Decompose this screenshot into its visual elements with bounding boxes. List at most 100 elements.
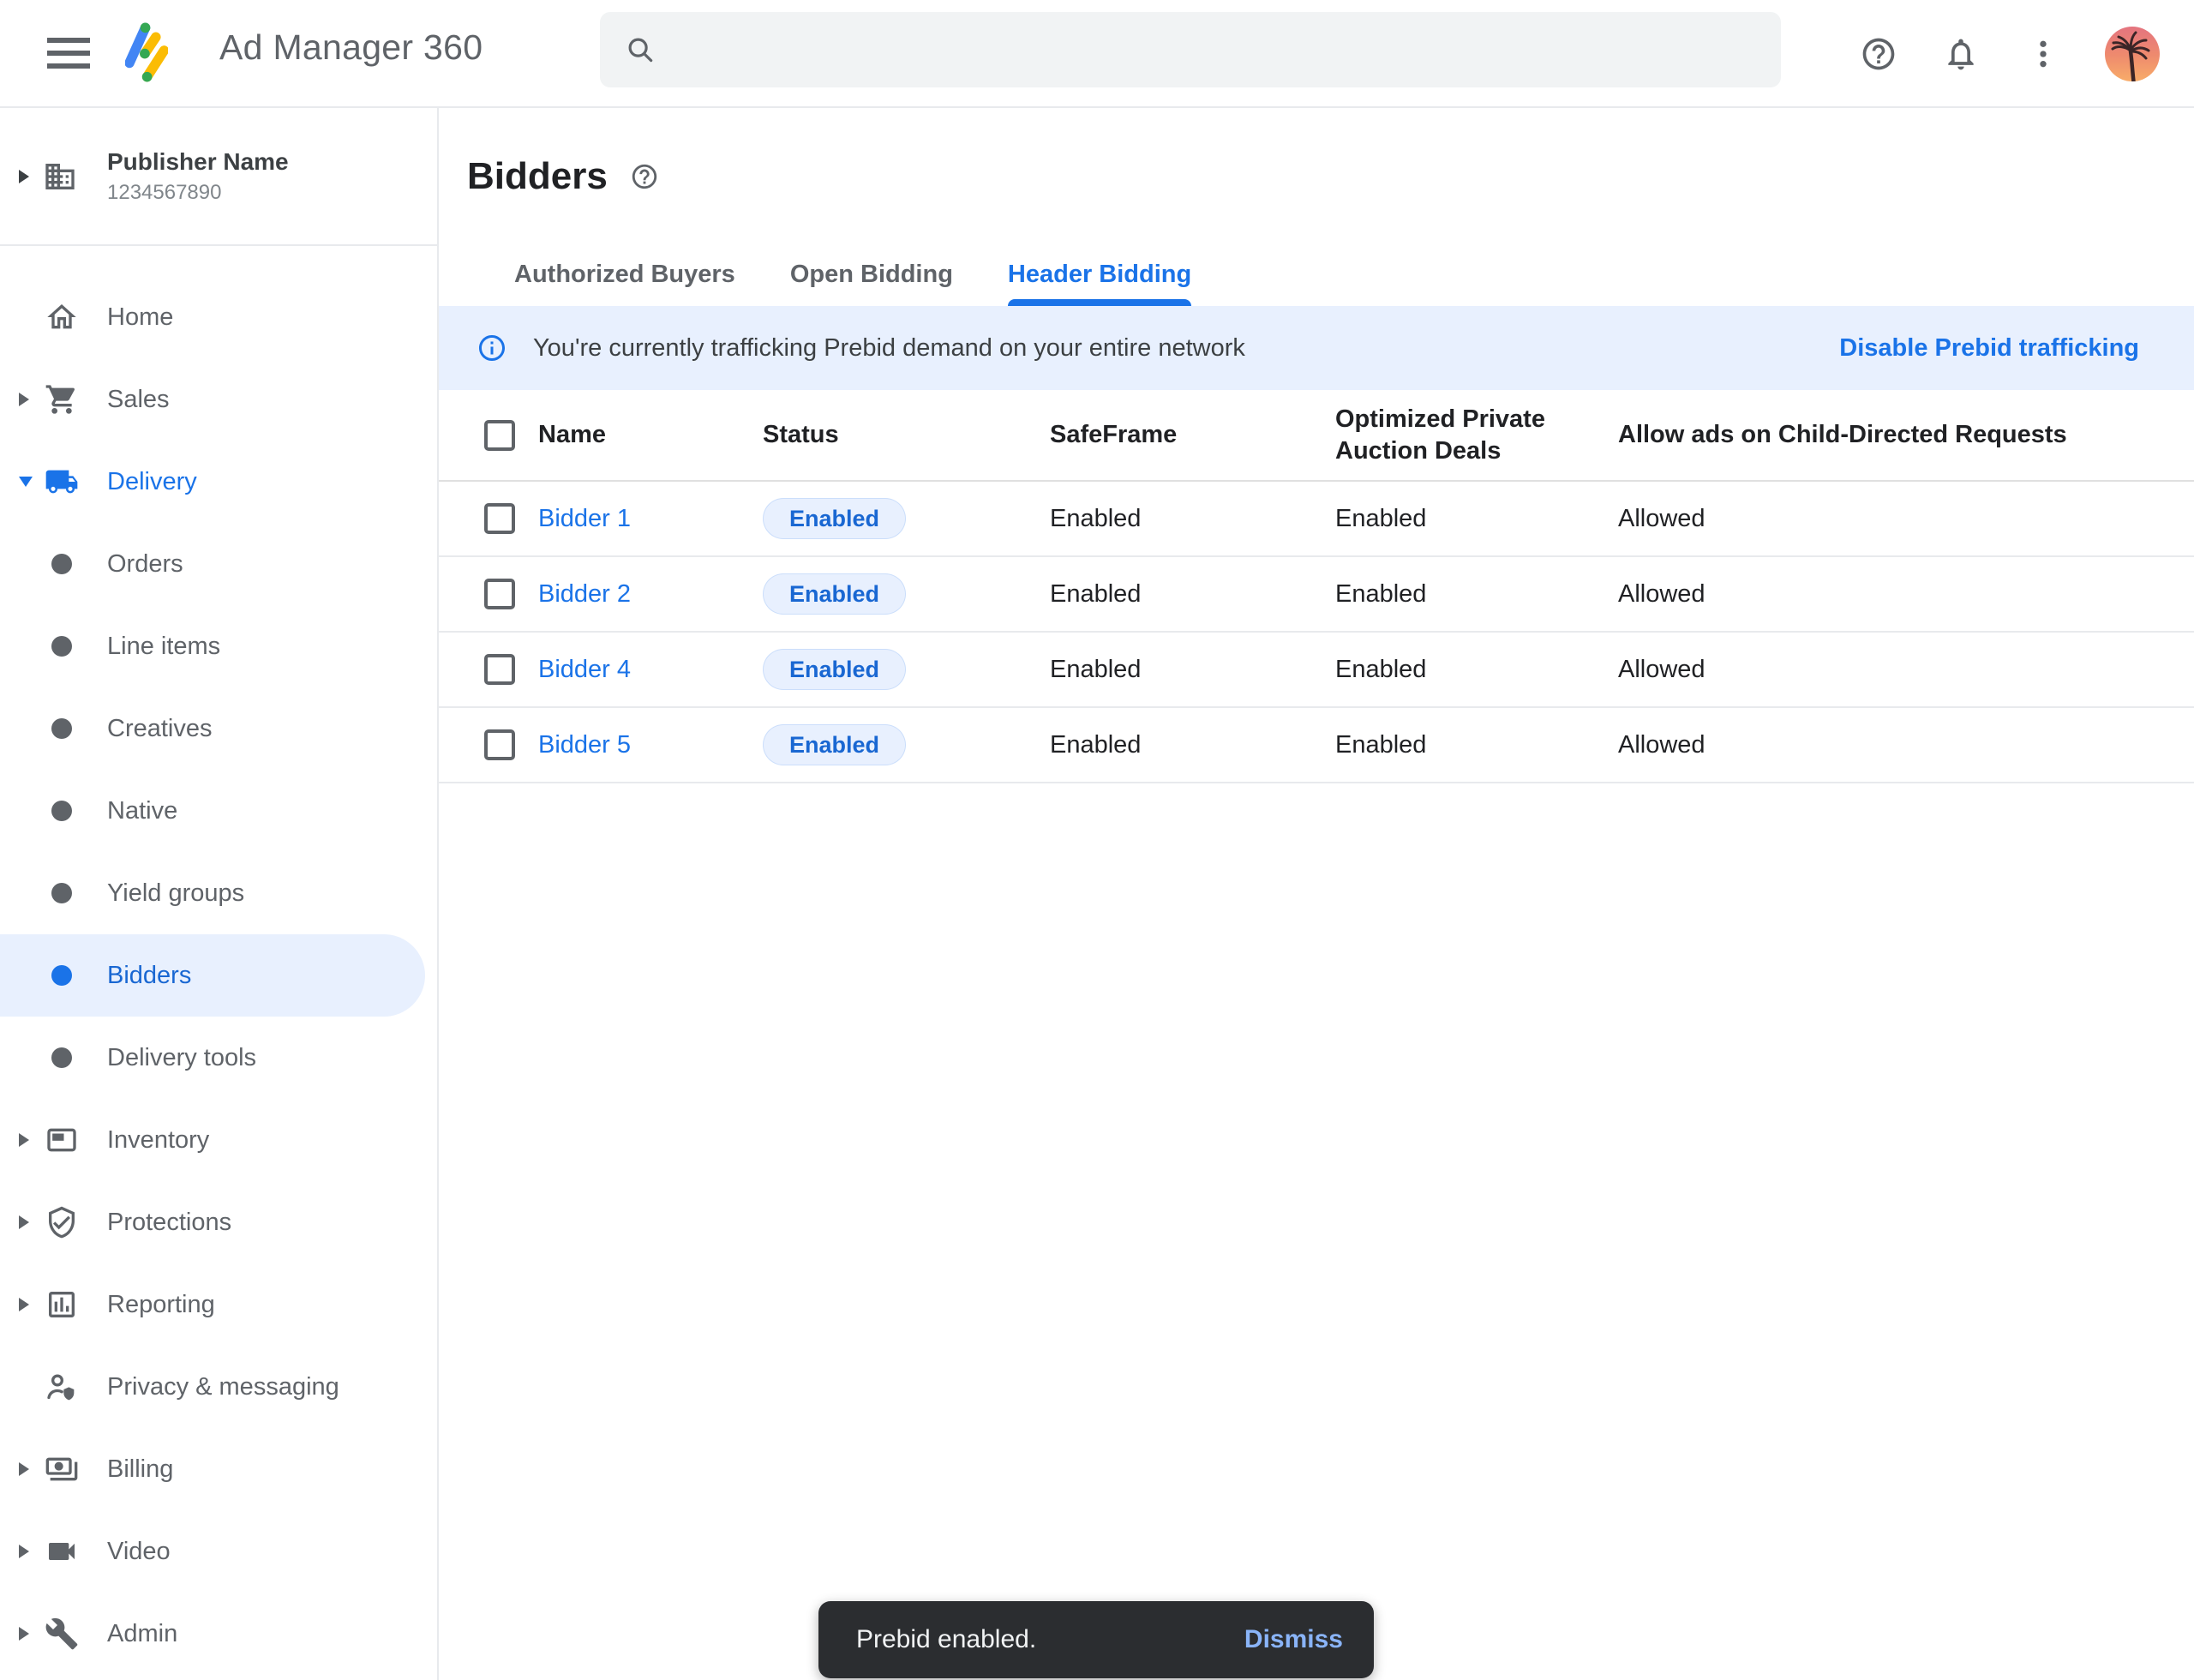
child-directed-cell: Allowed <box>1618 656 2194 684</box>
sidebar-item-privacy-messaging[interactable]: Privacy & messaging <box>0 1346 437 1428</box>
status-badge: Enabled <box>763 649 906 690</box>
page-title: Bidders <box>467 156 608 197</box>
tab-open-bidding[interactable]: Open Bidding <box>763 243 980 306</box>
sidebar-item-native[interactable]: Native <box>0 770 437 852</box>
toast-dismiss-button[interactable]: Dismiss <box>1244 1625 1343 1654</box>
row-checkbox[interactable] <box>484 579 515 609</box>
help-icon[interactable] <box>1858 33 1899 75</box>
prebid-info-banner: You're currently trafficking Prebid dema… <box>439 306 2194 390</box>
sidebar-item-label: Billing <box>107 1428 173 1510</box>
kebab-menu-icon[interactable] <box>2023 33 2064 75</box>
sidebar-item-label: Delivery <box>107 441 197 523</box>
bidders-table: Name Status SafeFrame Optimized Private … <box>439 390 2194 783</box>
bullet-icon <box>51 965 72 986</box>
tab-header-bidding[interactable]: Header Bidding <box>980 243 1219 306</box>
bullet-icon <box>51 636 72 657</box>
topbar-actions <box>1858 0 2160 108</box>
row-checkbox[interactable] <box>484 729 515 760</box>
tab-bar: Authorized Buyers Open Bidding Header Bi… <box>487 243 1219 306</box>
expand-caret-icon[interactable] <box>19 1215 29 1229</box>
sidebar-item-admin[interactable]: Admin <box>0 1593 437 1675</box>
child-directed-cell: Allowed <box>1618 580 2194 609</box>
table-header-row: Name Status SafeFrame Optimized Private … <box>439 390 2194 482</box>
disable-prebid-trafficking-link[interactable]: Disable Prebid trafficking <box>1839 334 2139 363</box>
expand-caret-icon[interactable] <box>19 1298 29 1311</box>
sidebar-item-label: Sales <box>107 358 170 441</box>
expand-caret-icon <box>19 170 29 183</box>
search-bar[interactable] <box>600 12 1781 87</box>
toast-snackbar: Prebid enabled. Dismiss <box>818 1601 1374 1678</box>
bidder-link[interactable]: Bidder 1 <box>538 505 631 532</box>
sidebar-item-inventory[interactable]: Inventory <box>0 1099 437 1181</box>
money-icon <box>45 1428 79 1510</box>
collapse-caret-icon[interactable] <box>19 477 33 487</box>
table-row: Bidder 2EnabledEnabledEnabledAllowed <box>439 557 2194 633</box>
video-camera-icon <box>45 1510 79 1593</box>
main-content: Bidders Authorized Buyers Open Bidding H… <box>439 108 2194 1680</box>
sidebar-item-label: Admin <box>107 1593 177 1675</box>
banner-message: You're currently trafficking Prebid dema… <box>533 334 1839 363</box>
cart-icon <box>45 358 79 441</box>
bidder-link[interactable]: Bidder 4 <box>538 656 631 683</box>
table-body: Bidder 1EnabledEnabledEnabledAllowedBidd… <box>439 482 2194 783</box>
sidebar-item-line-items[interactable]: Line items <box>0 605 437 687</box>
publisher-switcher[interactable]: Publisher Name 1234567890 <box>0 108 437 246</box>
bullet-icon <box>51 883 72 903</box>
safeframe-cell: Enabled <box>1050 656 1335 684</box>
sidebar-item-creatives[interactable]: Creatives <box>0 687 437 770</box>
sidebar-item-sales[interactable]: Sales <box>0 358 437 441</box>
safeframe-cell: Enabled <box>1050 731 1335 759</box>
search-input[interactable] <box>677 12 1757 87</box>
expand-caret-icon[interactable] <box>19 1462 29 1476</box>
sidebar: Publisher Name 1234567890 HomeSalesDeliv… <box>0 108 439 1680</box>
sidebar-item-label: Creatives <box>107 687 213 770</box>
sidebar-item-bidders[interactable]: Bidders <box>0 934 425 1017</box>
sidebar-item-label: Native <box>107 770 177 852</box>
hamburger-menu-icon[interactable] <box>45 33 93 75</box>
building-icon <box>43 108 77 244</box>
sidebar-item-label: Reporting <box>107 1263 215 1346</box>
sidebar-item-label: Delivery tools <box>107 1017 256 1099</box>
bidder-link[interactable]: Bidder 5 <box>538 731 631 759</box>
sidebar-item-billing[interactable]: Billing <box>0 1428 437 1510</box>
sidebar-item-yield-groups[interactable]: Yield groups <box>0 852 437 934</box>
column-header-safeframe: SafeFrame <box>1050 419 1335 451</box>
sidebar-item-delivery-tools[interactable]: Delivery tools <box>0 1017 437 1099</box>
table-row: Bidder 4EnabledEnabledEnabledAllowed <box>439 633 2194 708</box>
table-row: Bidder 5EnabledEnabledEnabledAllowed <box>439 708 2194 783</box>
sidebar-item-orders[interactable]: Orders <box>0 523 437 605</box>
truck-icon <box>45 441 79 523</box>
sidebar-item-home[interactable]: Home <box>0 276 437 358</box>
private-auction-cell: Enabled <box>1335 580 1618 609</box>
row-checkbox[interactable] <box>484 503 515 534</box>
expand-caret-icon[interactable] <box>19 1627 29 1641</box>
notifications-bell-icon[interactable] <box>1940 33 1981 75</box>
private-auction-cell: Enabled <box>1335 656 1618 684</box>
select-all-checkbox[interactable] <box>484 420 515 451</box>
sidebar-item-protections[interactable]: Protections <box>0 1181 437 1263</box>
person-shield-icon <box>45 1346 79 1428</box>
page-help-icon[interactable] <box>630 162 659 191</box>
sidebar-item-video[interactable]: Video <box>0 1510 437 1593</box>
status-badge: Enabled <box>763 498 906 539</box>
sidebar-item-label: Orders <box>107 523 183 605</box>
sidebar-item-label: Video <box>107 1510 171 1593</box>
expand-caret-icon[interactable] <box>19 393 29 406</box>
sidebar-item-label: Yield groups <box>107 852 244 934</box>
sidebar-item-label: Privacy & messaging <box>107 1346 339 1428</box>
product-title: Ad Manager 360 <box>219 27 483 68</box>
sidebar-item-label: Protections <box>107 1181 231 1263</box>
tab-authorized-buyers[interactable]: Authorized Buyers <box>487 243 763 306</box>
bullet-icon <box>51 1047 72 1068</box>
sidebar-item-label: Inventory <box>107 1099 209 1181</box>
expand-caret-icon[interactable] <box>19 1545 29 1558</box>
sidebar-item-reporting[interactable]: Reporting <box>0 1263 437 1346</box>
info-icon <box>477 333 507 363</box>
sidebar-nav: HomeSalesDeliveryOrdersLine itemsCreativ… <box>0 276 437 1675</box>
user-avatar[interactable] <box>2105 27 2160 81</box>
row-checkbox[interactable] <box>484 654 515 685</box>
sidebar-item-delivery[interactable]: Delivery <box>0 441 437 523</box>
bidder-link[interactable]: Bidder 2 <box>538 580 631 608</box>
expand-caret-icon[interactable] <box>19 1133 29 1147</box>
column-header-name: Name <box>538 419 763 451</box>
